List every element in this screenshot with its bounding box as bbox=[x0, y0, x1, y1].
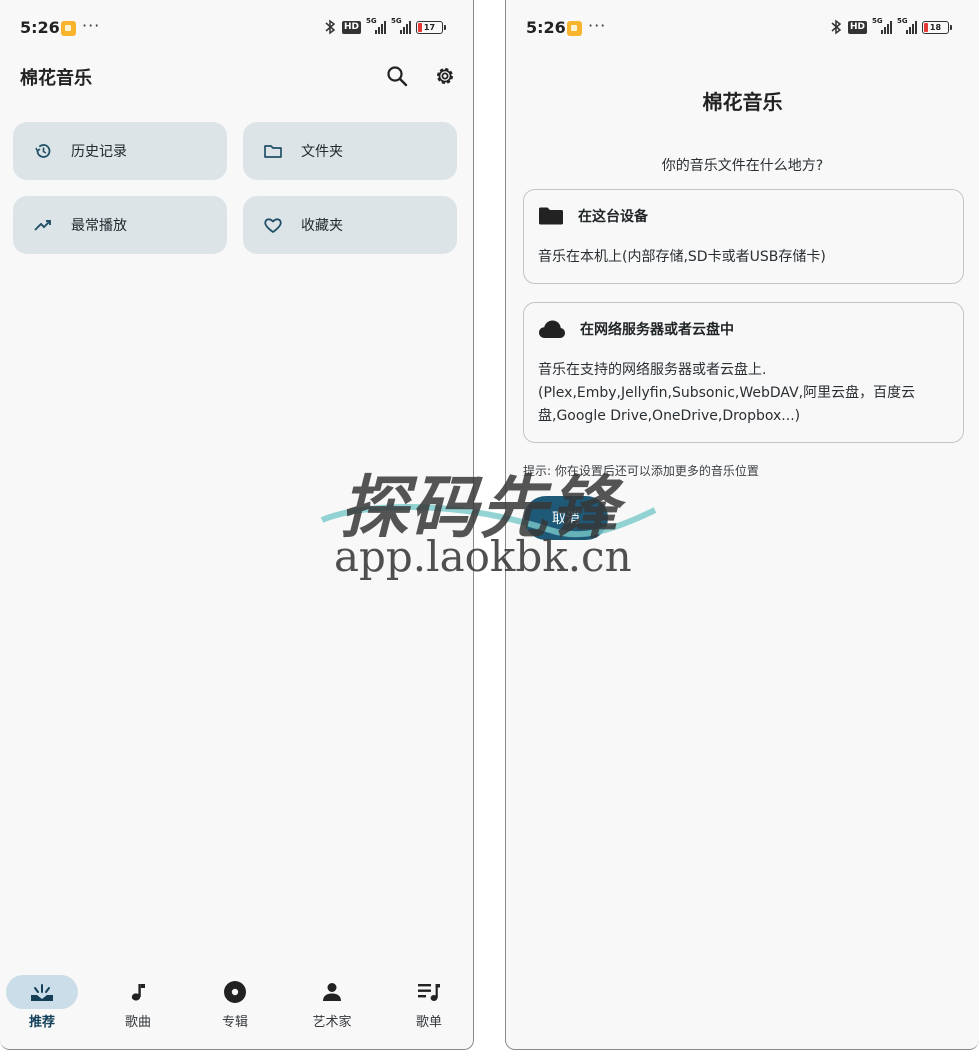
option-description: 音乐在本机上(内部存储,SD卡或者USB存储卡) bbox=[538, 249, 826, 265]
notification-icon bbox=[61, 21, 76, 36]
option-header: 在这台设备 bbox=[538, 206, 648, 226]
more-notifications-icon: ··· bbox=[82, 16, 101, 35]
trending-icon bbox=[33, 215, 53, 235]
playlist-icon bbox=[416, 979, 442, 1005]
nav-label: 歌单 bbox=[415, 1015, 442, 1030]
for-you-icon bbox=[29, 979, 55, 1005]
nav-for-you[interactable]: 推荐 bbox=[0, 969, 87, 1049]
history-icon bbox=[33, 141, 53, 161]
hint-text: 提示: 你在设置后还可以添加更多的音乐位置 bbox=[523, 464, 759, 478]
signal-icon: 5G bbox=[872, 17, 892, 34]
nav-label: 艺术家 bbox=[312, 1015, 352, 1030]
tile-label: 文件夹 bbox=[301, 144, 343, 160]
battery-level: 17 bbox=[423, 22, 436, 32]
option-on-device[interactable]: 在这台设备 音乐在本机上(内部存储,SD卡或者USB存储卡) bbox=[523, 189, 964, 284]
option-title: 在网络服务器或者云盘中 bbox=[580, 322, 734, 338]
music-note-icon bbox=[125, 979, 151, 1005]
bottom-navigation: 推荐 歌曲 专辑 艺术家 歌单 bbox=[0, 969, 473, 1049]
gear-icon[interactable] bbox=[432, 63, 458, 89]
nav-playlists[interactable]: 歌单 bbox=[384, 969, 473, 1049]
cancel-button[interactable]: 取消 bbox=[524, 496, 608, 540]
setup-title: 棉花音乐 bbox=[702, 90, 783, 114]
status-time: 5:26 bbox=[526, 18, 566, 37]
cloud-icon bbox=[539, 320, 565, 338]
signal-icon: 5G bbox=[366, 17, 386, 34]
nav-artists[interactable]: 艺术家 bbox=[287, 969, 377, 1049]
status-bar: 5:26 ··· HD 5G 5G 17 bbox=[0, 0, 473, 58]
bluetooth-icon bbox=[325, 19, 336, 35]
battery-level: 18 bbox=[929, 22, 942, 32]
hd-badge: HD bbox=[341, 20, 361, 34]
home-screen: 5:26 ··· HD 5G 5G 17 棉花音乐 历史记录 文件夹 最常播放 … bbox=[0, 0, 474, 1050]
battery-icon: 18 bbox=[922, 20, 952, 34]
tile-most-played[interactable]: 最常播放 bbox=[13, 196, 227, 254]
option-network-cloud[interactable]: 在网络服务器或者云盘中 音乐在支持的网络服务器或者云盘上. (Plex,Emby… bbox=[523, 302, 964, 443]
bluetooth-icon bbox=[831, 19, 842, 35]
option-description: 音乐在支持的网络服务器或者云盘上. (Plex,Emby,Jellyfin,Su… bbox=[538, 362, 916, 424]
tile-label: 历史记录 bbox=[71, 144, 127, 160]
setup-question: 你的音乐文件在什么地方? bbox=[661, 158, 824, 174]
nav-label: 推荐 bbox=[28, 1015, 55, 1030]
tile-history[interactable]: 历史记录 bbox=[13, 122, 227, 180]
tile-favorites[interactable]: 收藏夹 bbox=[243, 196, 457, 254]
status-bar: 5:26 ··· HD 5G 5G 18 bbox=[506, 0, 979, 58]
heart-icon bbox=[263, 215, 283, 235]
album-icon bbox=[222, 979, 248, 1005]
signal-icon: 5G bbox=[391, 17, 411, 34]
setup-screen: 5:26 ··· HD 5G 5G 18 棉花音乐 你的音乐文件在什么地方? 在… bbox=[505, 0, 979, 1050]
nav-albums[interactable]: 专辑 bbox=[190, 969, 280, 1049]
artist-icon bbox=[319, 979, 345, 1005]
folder-icon bbox=[539, 207, 563, 225]
tile-label: 最常播放 bbox=[71, 218, 127, 234]
tile-folder[interactable]: 文件夹 bbox=[243, 122, 457, 180]
battery-icon: 17 bbox=[416, 20, 446, 34]
screenshot-stage: 5:26 ··· HD 5G 5G 17 棉花音乐 历史记录 文件夹 最常播放 … bbox=[0, 0, 979, 1050]
hd-badge: HD bbox=[847, 20, 867, 34]
folder-icon bbox=[263, 141, 283, 161]
option-title: 在这台设备 bbox=[578, 209, 648, 225]
option-header: 在网络服务器或者云盘中 bbox=[538, 319, 734, 339]
app-title: 棉花音乐 bbox=[20, 68, 92, 89]
status-indicators: HD 5G 5G 18 bbox=[829, 17, 952, 35]
notification-icon bbox=[567, 21, 582, 36]
search-icon[interactable] bbox=[384, 63, 410, 89]
nav-label: 专辑 bbox=[221, 1015, 248, 1030]
tile-label: 收藏夹 bbox=[301, 218, 343, 234]
status-time: 5:26 bbox=[20, 18, 60, 37]
nav-label: 歌曲 bbox=[124, 1015, 151, 1030]
more-notifications-icon: ··· bbox=[588, 16, 607, 35]
status-indicators: HD 5G 5G 17 bbox=[323, 17, 446, 35]
signal-icon: 5G bbox=[897, 17, 917, 34]
nav-songs[interactable]: 歌曲 bbox=[93, 969, 183, 1049]
